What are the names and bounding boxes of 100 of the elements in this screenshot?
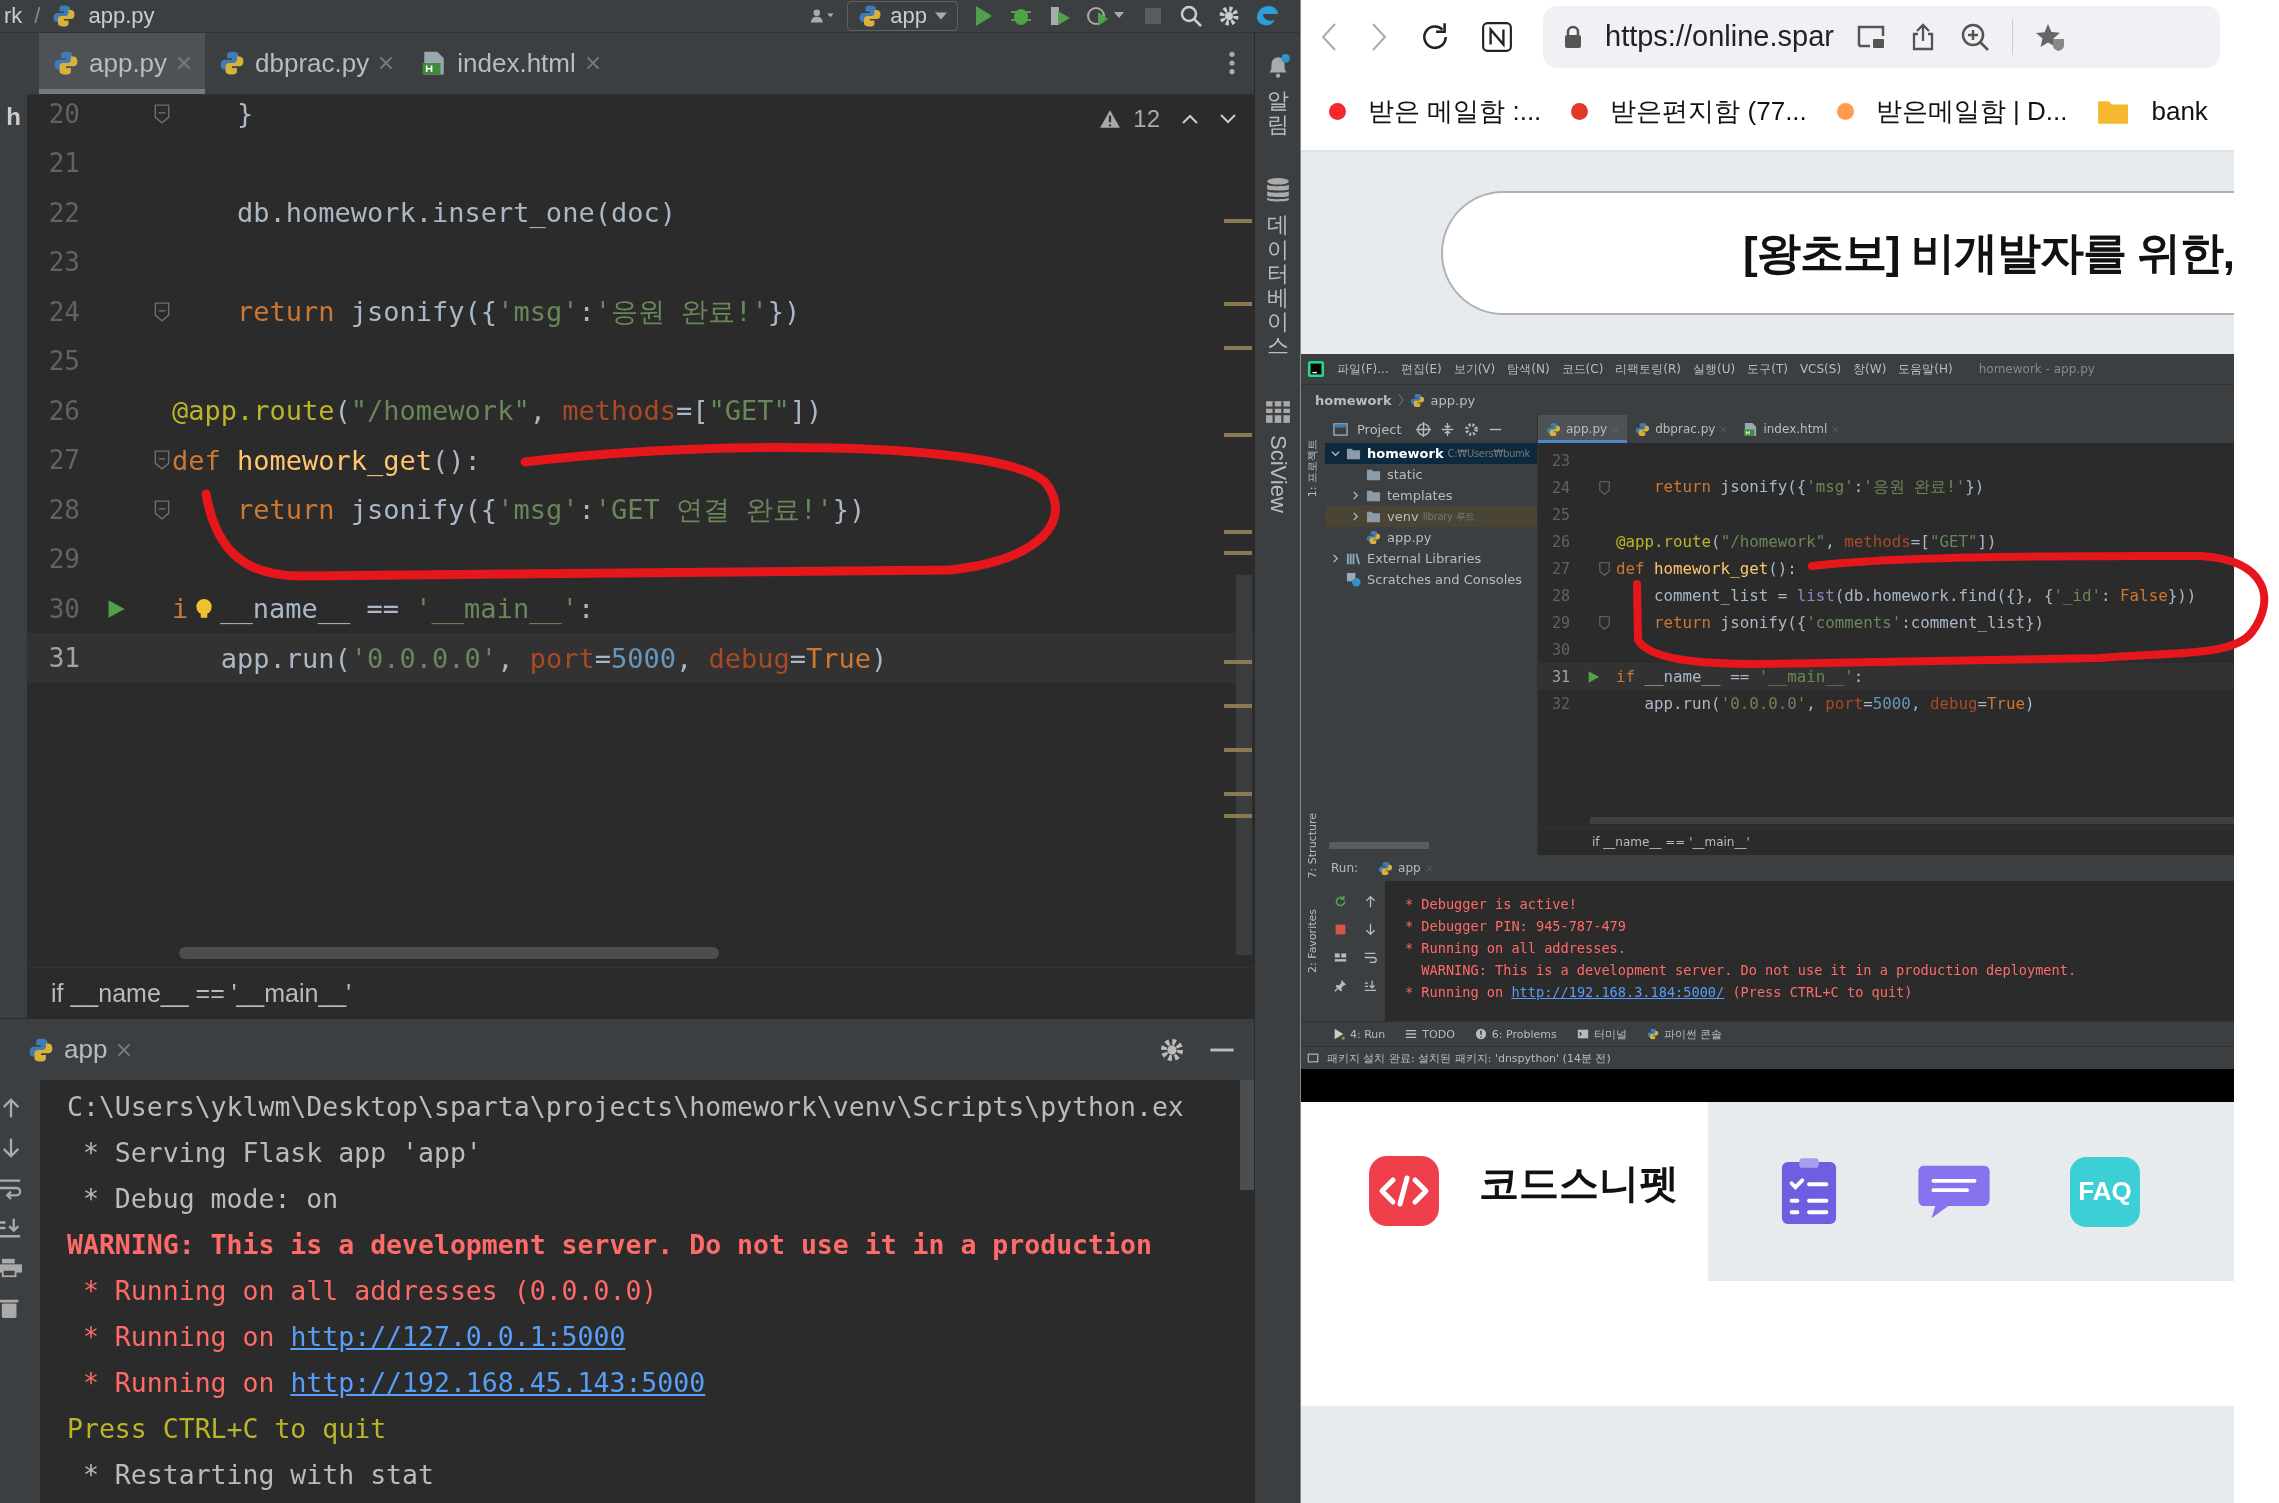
breadcrumb-item[interactable]: rk [4,3,23,29]
fold-icon[interactable] [1598,480,1610,495]
close-icon[interactable] [117,1042,132,1057]
menu-item[interactable]: 창(W) [1853,360,1887,378]
menu-item[interactable]: 편집(E) [1400,360,1442,378]
tool-window-button[interactable]: 데이터베이스 [1264,177,1291,359]
arrow-up-icon[interactable] [0,1096,22,1120]
editor-tab[interactable]: app.py [39,33,206,94]
run-tab[interactable]: app [1378,860,1433,876]
editor-tab[interactable]: dbprac.py [205,33,408,94]
scroll-end-icon[interactable] [1363,978,1377,992]
chevron-icon[interactable] [1351,512,1360,521]
tool-window-button[interactable]: 1: 프로젝트 [1303,433,1323,504]
bookmark-link[interactable]: 받은편지함 (77... [1571,94,1807,129]
more-icon[interactable] [1228,50,1236,77]
breadcrumb-item[interactable]: app.py [88,3,155,29]
collapse-icon[interactable] [1440,421,1456,437]
tree-item[interactable]: static [1325,464,1537,485]
breadcrumb-item[interactable]: app.py [1430,392,1476,408]
menu-item[interactable]: 보기(V) [1453,360,1496,378]
settings-icon[interactable] [1464,421,1480,437]
tool-window-button[interactable]: SciView [1264,398,1291,513]
tool-window-button[interactable]: 알림 [1264,53,1291,138]
tree-item[interactable]: venv library 루트 [1325,506,1537,527]
project-view-dropdown[interactable]: Project [1357,421,1402,437]
tool-window-tab[interactable]: TODO [1405,1027,1455,1041]
fold-icon[interactable] [154,103,170,124]
fold-icon[interactable] [154,499,170,520]
address-bar[interactable]: https://online.spar [1543,5,2220,68]
layout-icon[interactable] [1333,950,1347,964]
video-frame[interactable] [1301,354,2234,1102]
stop-icon[interactable] [1333,922,1347,936]
app-logo-icon[interactable] [1254,4,1280,28]
editor-tab[interactable]: app.py [1538,415,1628,443]
menu-item[interactable]: 도움말(H) [1898,360,1953,378]
tool-window-button[interactable]: 2: Favorites [1305,908,1321,973]
console-link[interactable]: http://192.168.45.143:5000 [290,1367,706,1398]
scrollbar-thumb[interactable] [1329,842,1429,849]
chevron-icon[interactable] [1331,449,1340,458]
scrollbar-track[interactable] [1590,817,2234,824]
scrollbar-thumb[interactable] [179,947,719,960]
console-link[interactable]: http://192.168.3.184:5000/ [1511,984,1725,1000]
bookmark-link[interactable]: bank [2097,96,2208,127]
tree-item[interactable]: homework C:₩Users₩bumk [1325,443,1537,464]
arrow-down-icon[interactable] [0,1136,22,1160]
arrow-up-icon[interactable] [1363,894,1377,908]
tool-window-tab[interactable]: 6: Problems [1474,1027,1557,1041]
rerun-icon[interactable] [1333,894,1347,908]
tool-window-button[interactable]: 7: Structure [1305,813,1321,879]
arrow-down-icon[interactable] [1363,922,1377,936]
editor-tab[interactable]: dbprac.py [1627,415,1736,443]
checklist-icon[interactable] [1780,1156,1838,1227]
project-tree-label: h [6,103,21,131]
print-icon[interactable] [0,1256,22,1280]
pin-icon[interactable] [1333,978,1347,992]
run-icon[interactable] [1586,669,1600,684]
menu-item[interactable]: 도구(T) [1747,360,1788,378]
extension-icon[interactable] [1481,20,1513,53]
close-icon[interactable] [379,56,394,71]
run-config-dropdown[interactable]: app [847,1,958,31]
inspection-widget[interactable]: 12 [1099,104,1236,133]
fold-icon[interactable] [154,450,170,471]
crosshair-icon[interactable] [1416,421,1432,437]
folder-icon [1366,467,1381,482]
python-file-icon [1635,421,1651,437]
chevron-up-icon[interactable] [1182,113,1198,124]
breadcrumb-item[interactable]: homework [1315,392,1392,408]
bookmark-link[interactable]: 받은 메일함 :... [1329,94,1542,129]
fold-icon[interactable] [1598,615,1610,630]
chevron-icon[interactable] [1331,554,1340,563]
scrollbar-thumb[interactable] [1240,1080,1254,1190]
search-icon[interactable] [1178,4,1204,28]
menu-item[interactable]: 코드(C) [1561,360,1604,378]
zoom-in-icon[interactable] [1959,21,1990,52]
menu-item[interactable]: 탐색(N) [1507,360,1550,378]
run-tab[interactable]: app [28,1034,132,1065]
tool-window-tab[interactable]: 파이썬 콘솔 [1646,1026,1723,1042]
menu-item[interactable]: 파일(F)... [1337,360,1389,378]
tree-item[interactable]: Scratches and Consoles [1325,569,1537,590]
tree-item[interactable]: templates [1325,485,1537,506]
tool-window-tab[interactable]: 4: Run [1333,1027,1386,1041]
console-link[interactable]: http://127.0.0.1:5000 [290,1321,626,1352]
fold-icon[interactable] [1598,561,1610,576]
menu-item[interactable]: 실행(U) [1693,360,1736,378]
tree-item[interactable]: app.py [1325,527,1537,548]
wrap-icon[interactable] [1363,950,1377,964]
close-icon[interactable] [585,56,600,71]
menu-item[interactable]: VCS(S) [1799,362,1842,376]
bookmark-link[interactable]: 받은메일함 | D... [1836,94,2068,129]
tree-item[interactable]: External Libraries [1325,548,1537,569]
tool-window-tab[interactable]: 터미널 [1576,1026,1627,1042]
editor-tab[interactable]: index.html [407,33,614,94]
python-file-icon [1366,530,1381,545]
menu-item[interactable]: 리팩토링(R) [1615,360,1682,378]
square-icon [1307,1052,1319,1064]
chevron-down-icon[interactable] [1220,113,1236,124]
fold-icon[interactable] [154,301,170,322]
chevron-icon[interactable] [1351,491,1360,500]
scroll-end-icon[interactable] [0,1216,22,1240]
editor-tab[interactable]: index.html [1735,415,1848,443]
